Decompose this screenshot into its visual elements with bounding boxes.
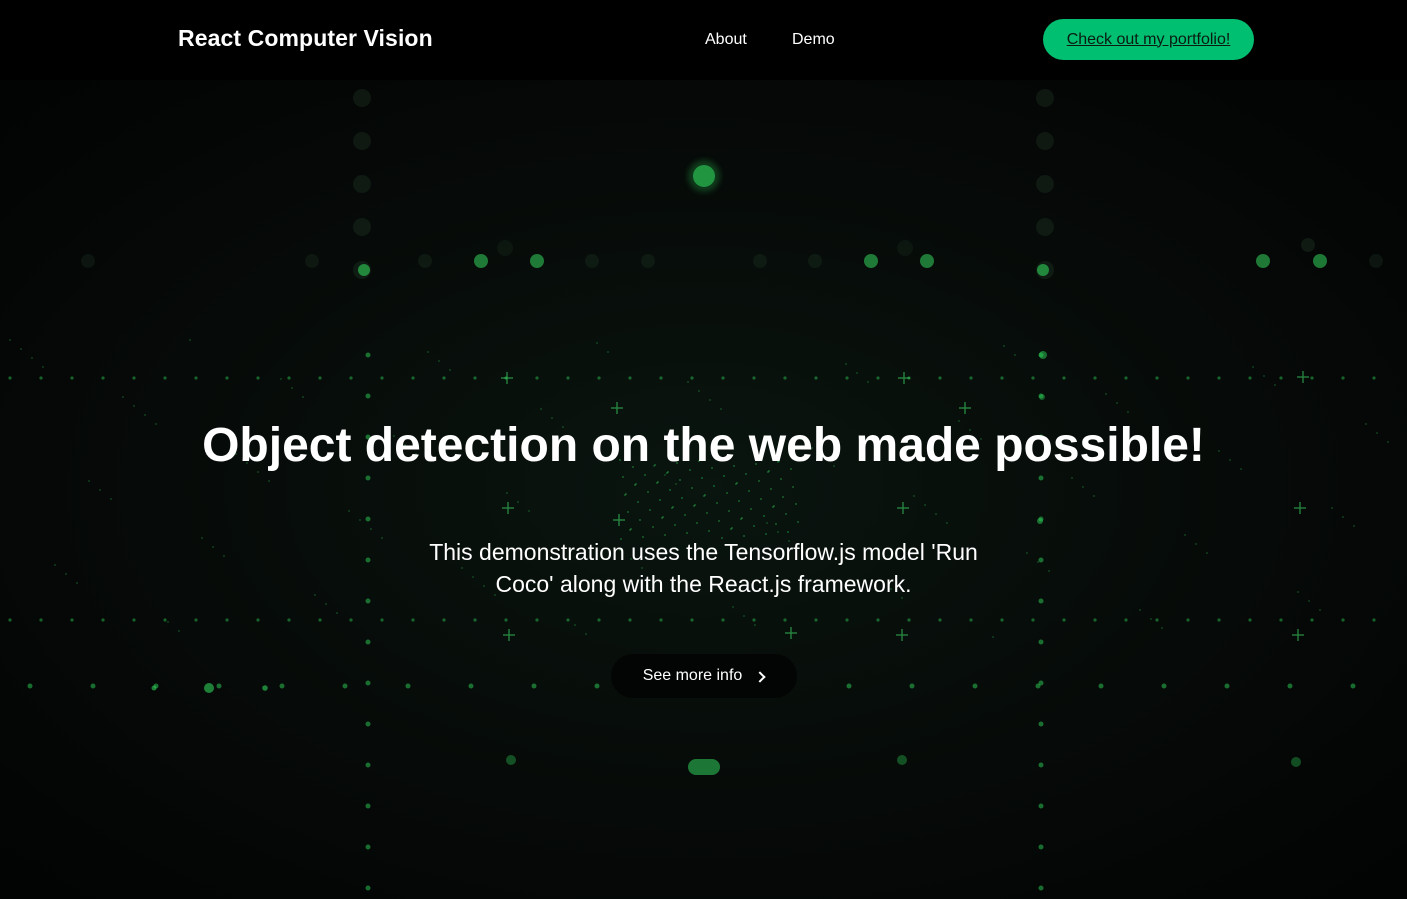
navbar: React Computer Vision About Demo Check o… xyxy=(0,0,1407,80)
see-more-button[interactable]: See more info xyxy=(611,654,797,698)
nav-link-about[interactable]: About xyxy=(705,31,747,49)
hero-section: Object detection on the web made possibl… xyxy=(0,80,1407,899)
see-more-label: See more info xyxy=(642,667,743,684)
chevron-right-icon xyxy=(756,672,765,681)
portfolio-button[interactable]: Check out my portfolio! xyxy=(1043,19,1254,60)
hero-description: This demonstration uses the Tensorflow.j… xyxy=(429,539,978,597)
logo[interactable]: React Computer Vision xyxy=(178,25,433,52)
nav-link-demo[interactable]: Demo xyxy=(792,31,835,49)
hero-background-art xyxy=(8,89,1389,891)
hero-title: Object detection on the web made possibl… xyxy=(202,419,1205,472)
